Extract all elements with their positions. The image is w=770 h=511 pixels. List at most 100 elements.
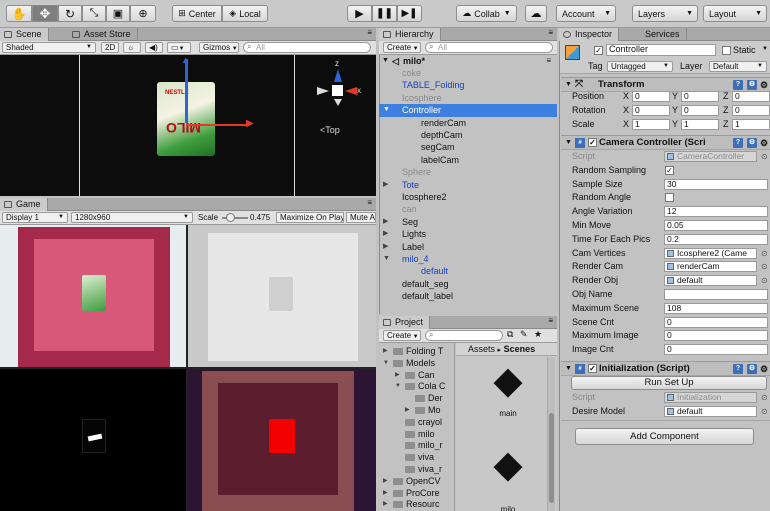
gear-icon[interactable]: ⚙ <box>760 136 768 149</box>
project-create-dropdown[interactable]: Create ▼ <box>383 330 421 341</box>
cloud-button[interactable]: ☁ <box>525 5 547 22</box>
gizmo-negx-cone[interactable] <box>317 87 329 95</box>
expand-arrow-icon[interactable]: ▼ <box>382 55 389 67</box>
property-input[interactable]: 0 <box>664 316 768 328</box>
hierarchy-item[interactable]: Sphere <box>379 166 557 178</box>
transform-y-input[interactable]: 0 <box>681 105 719 116</box>
object-picker-icon[interactable]: ⊙ <box>761 274 768 287</box>
transform-z-input[interactable]: 1 <box>732 119 770 130</box>
property-input[interactable]: 108 <box>664 302 768 314</box>
preset-icon[interactable]: ⚙ <box>747 80 757 90</box>
add-component-button[interactable]: Add Component <box>575 428 754 445</box>
preset-icon[interactable]: ⚙ <box>747 138 757 148</box>
object-picker-icon[interactable]: ⊙ <box>761 150 768 163</box>
scene-viewport[interactable]: NESTLÉ MILO ▲ ▶ z x <Top <box>0 55 376 196</box>
project-folder-item[interactable]: ▶ ProCore <box>379 487 454 499</box>
rect-tool-button[interactable]: ▣ <box>106 5 130 22</box>
transform-z-input[interactable]: 0 <box>732 105 770 116</box>
pivot-center-button[interactable]: ⊞ Center <box>172 5 222 22</box>
hierarchy-scene-header[interactable]: ▼ ◁ milo* ≡ <box>379 55 557 67</box>
collapse-arrow-icon[interactable]: ▶ <box>405 404 410 416</box>
tab-project[interactable]: Project <box>379 316 431 329</box>
hierarchy-item[interactable]: default_label <box>379 290 557 302</box>
rotate-tool-button[interactable]: ↻ <box>58 5 82 22</box>
gizmo-x-cone[interactable] <box>345 87 357 95</box>
tab-game[interactable]: Game <box>0 198 48 211</box>
project-folder-item[interactable]: crayol <box>379 416 454 428</box>
lighting-toggle[interactable]: ☼ <box>123 42 141 53</box>
property-input[interactable]: 0 <box>664 344 768 356</box>
x-axis-handle[interactable] <box>186 124 249 126</box>
filter-label-icon[interactable]: ✎ <box>520 329 528 340</box>
pause-button[interactable]: ❚❚ <box>372 5 397 22</box>
hierarchy-item[interactable]: labelCam <box>379 154 557 166</box>
tab-hierarchy[interactable]: Hierarchy <box>379 28 441 41</box>
resolution-dropdown[interactable]: 1280x960 ▼ <box>71 212 193 223</box>
initialization-header[interactable]: ▼ # ✓ Initialization (Script) ? ⚙ ⚙ <box>561 361 770 376</box>
hierarchy-item[interactable]: Icosphere2 <box>379 191 557 203</box>
2d-toggle[interactable]: 2D <box>101 42 119 53</box>
hierarchy-item[interactable]: depthCam <box>379 129 557 141</box>
transform-x-input[interactable]: 0 <box>632 105 670 116</box>
layers-dropdown[interactable]: Layers ▼ <box>632 5 698 22</box>
scene-search-input[interactable]: All <box>243 42 371 53</box>
scale-slider-thumb[interactable] <box>225 213 235 222</box>
object-field[interactable]: Icosphere2 (Came <box>664 247 757 259</box>
project-folder-item[interactable]: ▶ Mo <box>379 404 454 416</box>
panel-menu-icon[interactable]: ≡ <box>367 198 372 207</box>
play-button[interactable]: ▶ <box>347 5 372 22</box>
property-input[interactable]: 0 <box>664 330 768 342</box>
shading-mode-dropdown[interactable]: Shaded ▼ <box>2 42 96 53</box>
help-icon[interactable]: ? <box>733 138 743 148</box>
hierarchy-search-input[interactable]: All <box>425 42 553 53</box>
hierarchy-item[interactable]: segCam <box>379 141 557 153</box>
scale-tool-button[interactable]: ⤡ <box>82 5 106 22</box>
scene-menu-icon[interactable]: ≡ <box>546 55 551 67</box>
hierarchy-item[interactable]: ▶ Lights <box>379 228 557 240</box>
game-viewport[interactable] <box>0 225 376 511</box>
component-enabled-checkbox[interactable]: ✓ <box>588 364 597 373</box>
breadcrumb-assets[interactable]: Assets <box>468 344 495 354</box>
object-field[interactable]: renderCam <box>664 261 757 273</box>
property-input[interactable]: 0.05 <box>664 220 768 231</box>
y-axis-handle[interactable] <box>185 59 188 123</box>
hierarchy-item[interactable]: ▶ Seg <box>379 216 557 228</box>
project-folder-item[interactable]: ▼ Cola C <box>379 380 454 392</box>
project-search-input[interactable] <box>425 330 503 341</box>
hierarchy-item[interactable]: default_seg <box>379 278 557 290</box>
object-picker-icon[interactable]: ⊙ <box>761 405 768 418</box>
transform-tool-button[interactable]: ⊕ <box>130 5 156 22</box>
help-icon[interactable]: ? <box>733 364 743 374</box>
project-folder-item[interactable]: ▼ Models <box>379 357 454 369</box>
object-field[interactable]: default <box>664 275 757 287</box>
hand-tool-button[interactable]: ✋ <box>6 5 32 22</box>
scale-slider[interactable] <box>222 213 248 222</box>
object-field[interactable]: default <box>664 406 757 417</box>
project-scrollbar-thumb[interactable] <box>549 413 554 503</box>
object-picker-icon[interactable]: ⊙ <box>761 391 768 404</box>
static-checkbox[interactable] <box>722 46 731 55</box>
audio-toggle[interactable]: ◀) <box>145 42 163 53</box>
tab-services[interactable]: Services <box>639 28 687 41</box>
pivot-local-button[interactable]: ◈ Local <box>222 5 268 22</box>
hierarchy-item[interactable]: renderCam <box>379 117 557 129</box>
hierarchy-item[interactable]: default <box>379 265 557 277</box>
project-folder-item[interactable]: viva_r <box>379 463 454 475</box>
preset-icon[interactable]: ⚙ <box>747 364 757 374</box>
layer-dropdown[interactable]: Default ▼ <box>709 61 767 72</box>
hierarchy-item[interactable]: Icosphere <box>379 92 557 104</box>
panel-menu-icon[interactable]: ≡ <box>548 28 553 37</box>
panel-menu-icon[interactable]: ≡ <box>367 28 372 37</box>
project-folder-item[interactable]: ▶ Folding T <box>379 345 454 357</box>
asset-scene-main[interactable]: ◆ main <box>482 359 534 429</box>
gizmo-center-cube[interactable] <box>332 85 343 96</box>
static-dropdown-icon[interactable]: ▼ <box>762 46 768 52</box>
property-checkbox[interactable] <box>665 193 674 203</box>
gizmo-z-cone[interactable] <box>334 69 342 82</box>
expand-arrow-icon[interactable]: ▼ <box>565 136 572 149</box>
tag-dropdown[interactable]: Untagged ▼ <box>607 61 673 72</box>
object-name-input[interactable]: Controller <box>606 44 716 56</box>
expand-arrow-icon[interactable]: ▼ <box>383 357 389 369</box>
object-active-checkbox[interactable]: ✓ <box>594 46 603 55</box>
favorite-star-icon[interactable]: ★ <box>534 329 542 340</box>
